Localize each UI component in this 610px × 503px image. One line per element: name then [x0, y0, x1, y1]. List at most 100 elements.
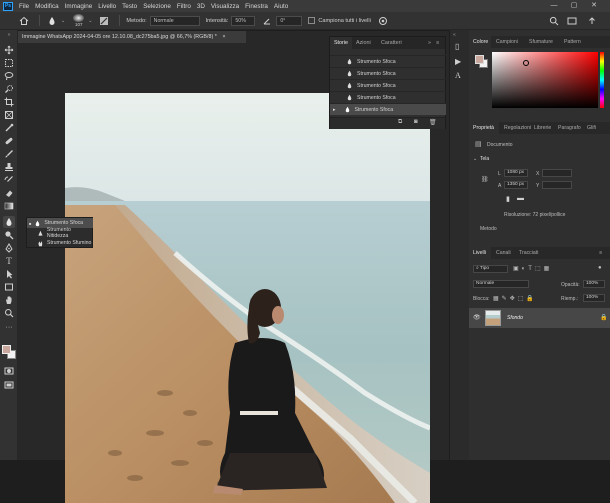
width-input[interactable]: 1080 px [504, 169, 528, 177]
maximize-button[interactable]: ▢ [566, 0, 582, 12]
tab-proprieta[interactable]: Proprietà [469, 122, 499, 134]
eyedropper-tool-icon[interactable] [3, 122, 15, 134]
strength-input[interactable]: 50% [231, 15, 256, 26]
hue-slider[interactable] [600, 52, 604, 108]
layers-menu-icon[interactable]: ≡ [599, 247, 602, 259]
marquee-tool-icon[interactable] [3, 57, 15, 69]
mode-select[interactable]: Normale [149, 15, 200, 26]
angle-input[interactable]: 0° [276, 15, 303, 26]
blur-tool-preset-icon[interactable] [46, 15, 57, 26]
blend-mode-select[interactable]: Normale [473, 280, 529, 288]
color-picker-marker[interactable] [523, 60, 529, 66]
pen-tool-icon[interactable] [3, 242, 15, 254]
share-icon[interactable] [586, 15, 597, 26]
history-item[interactable]: Strumento Sfoca [330, 91, 446, 103]
landscape-orientation-icon[interactable]: ▬ [517, 195, 524, 202]
color-fg-swatch[interactable] [475, 55, 484, 64]
link-dimensions-icon[interactable]: ⛓ [481, 176, 489, 183]
menu-selezione[interactable]: Selezione [143, 3, 171, 10]
tab-colore[interactable]: Colore [469, 36, 491, 48]
foreground-color-swatch[interactable] [2, 345, 11, 354]
lock-icons[interactable]: ▦✎✥⬚🔒 [493, 295, 537, 302]
actions-dock-icon[interactable]: ▶ [455, 57, 461, 66]
dodge-tool-icon[interactable] [3, 229, 15, 241]
collapse-panel-icon[interactable]: » [428, 37, 431, 49]
tab-caratteri[interactable]: Caratteri [381, 37, 402, 49]
menu-3d[interactable]: 3D [197, 3, 205, 10]
zoom-tool-icon[interactable] [3, 307, 15, 319]
gradient-tool-icon[interactable] [3, 200, 15, 212]
close-window-button[interactable]: ✕ [586, 0, 602, 12]
dropdown-arrow-icon[interactable]: ⌄ [88, 18, 92, 24]
tab-regolazioni[interactable]: Regolazioni [504, 122, 531, 134]
tab-pattern[interactable]: Pattern [564, 36, 581, 48]
tab-paragrafo[interactable]: Paragrafo [558, 122, 581, 134]
more-tools-icon[interactable]: ··· [3, 321, 15, 333]
menu-livello[interactable]: Livello [98, 3, 116, 10]
collapse-dock-icon[interactable]: « [453, 32, 456, 38]
x-input[interactable] [542, 169, 572, 177]
tab-azioni[interactable]: Azioni [356, 37, 371, 49]
menu-visualizza[interactable]: Visualizza [211, 3, 239, 10]
tab-sfumature[interactable]: Sfumature [529, 36, 553, 48]
type-tool-icon[interactable]: T [3, 255, 15, 267]
flyout-sharpen-tool[interactable]: Strumento Nitidezza [27, 227, 93, 239]
history-item[interactable]: Strumento Sfoca [330, 55, 446, 67]
tools-collapse-icon[interactable]: » [3, 32, 15, 38]
trash-icon[interactable]: 🗑 [429, 119, 437, 126]
snapshot-icon[interactable]: ⧉ [398, 119, 402, 126]
path-selection-tool-icon[interactable] [3, 268, 15, 280]
menu-testo[interactable]: Testo [122, 3, 137, 10]
brush-settings-icon[interactable] [98, 15, 109, 26]
healing-brush-tool-icon[interactable] [3, 135, 15, 147]
menu-immagine[interactable]: Immagine [65, 3, 93, 10]
eye-icon[interactable]: 👁 [473, 314, 481, 321]
height-input[interactable]: 1350 px [504, 181, 528, 189]
move-tool-icon[interactable] [3, 44, 15, 56]
workspace-icon[interactable] [566, 15, 577, 26]
hand-tool-icon[interactable] [3, 294, 15, 306]
minimize-button[interactable]: — [546, 0, 562, 12]
tab-glifi[interactable]: Glifi [587, 122, 596, 134]
tab-tracciati[interactable]: Tracciati [519, 247, 538, 259]
tab-storie[interactable]: Storie [330, 37, 352, 49]
menu-aiuto[interactable]: Aiuto [274, 3, 288, 10]
fill-input[interactable]: 100% [583, 294, 605, 302]
frame-tool-icon[interactable] [3, 109, 15, 121]
history-item-selected[interactable]: ▸ Strumento Sfoca [330, 103, 446, 115]
menu-finestra[interactable]: Finestra [245, 3, 268, 10]
menu-filtro[interactable]: Filtro [177, 3, 191, 10]
search-icon[interactable] [548, 15, 559, 26]
flyout-smudge-tool[interactable]: Strumento Sfumino [27, 238, 93, 248]
document-image[interactable] [65, 93, 430, 503]
section-chevron-icon[interactable]: ⌄ [473, 156, 477, 162]
crop-tool-icon[interactable] [3, 96, 15, 108]
document-tab[interactable]: Immagine WhatsApp 2024-04-05 ore 12.10.0… [18, 31, 246, 43]
layer-row[interactable]: 👁 Sfondo 🔒 [469, 308, 610, 328]
color-picker-field[interactable] [492, 52, 598, 108]
home-icon[interactable] [18, 15, 29, 26]
layer-filter-select[interactable]: ⌕ Tipo [473, 265, 508, 273]
tab-canali[interactable]: Canali [496, 247, 511, 259]
history-brush-tool-icon[interactable] [3, 174, 15, 186]
lasso-tool-icon[interactable] [3, 70, 15, 82]
layer-filter-icons[interactable]: ▣◐T⬚▦ [513, 265, 552, 272]
filter-toggle-icon[interactable]: ● [598, 265, 602, 271]
clone-stamp-tool-icon[interactable] [3, 161, 15, 173]
menu-modifica[interactable]: Modifica [35, 3, 58, 10]
close-document-icon[interactable]: × [222, 34, 225, 40]
sample-all-checkbox[interactable] [308, 17, 316, 24]
brush-size-picker[interactable]: 107 [73, 14, 85, 27]
quick-mask-icon[interactable] [3, 365, 15, 377]
camera-icon[interactable]: ◙ [414, 119, 418, 125]
blur-tool-icon[interactable] [3, 216, 15, 228]
history-dock-icon[interactable]: ▯ [455, 42, 459, 51]
menu-file[interactable]: File [19, 3, 29, 10]
tab-campioni[interactable]: Campioni [496, 36, 518, 48]
pressure-icon[interactable] [378, 15, 389, 26]
opacity-input[interactable]: 100% [583, 280, 605, 288]
character-dock-icon[interactable]: A [455, 71, 461, 80]
panel-menu-icon[interactable]: ≡ [436, 37, 439, 49]
tab-librerie[interactable]: Librerie [534, 122, 551, 134]
y-input[interactable] [542, 181, 572, 189]
